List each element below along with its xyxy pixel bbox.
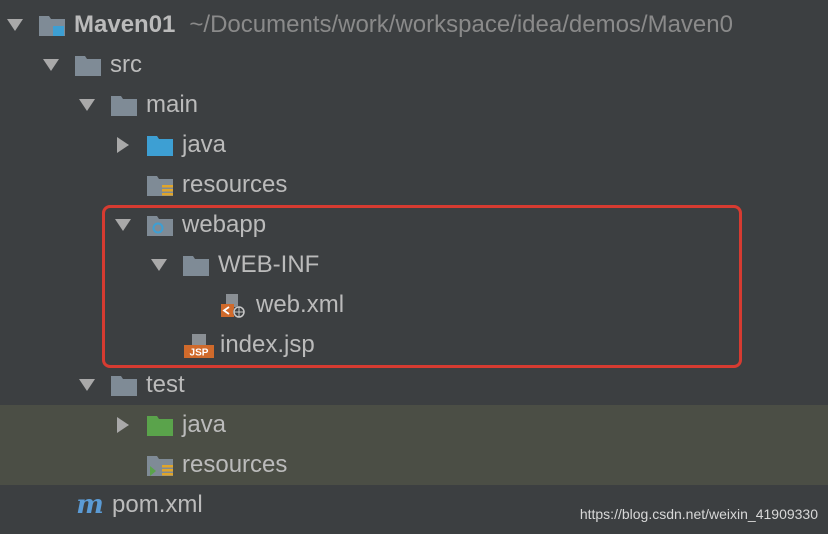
- expand-arrow-right-icon[interactable]: [114, 136, 132, 154]
- expand-arrow-down-icon[interactable]: [6, 16, 24, 34]
- folder-icon: [110, 93, 138, 117]
- tree-label-main: main: [146, 91, 199, 118]
- tree-row-test[interactable]: test: [0, 365, 828, 405]
- tree-label-src: src: [110, 51, 142, 78]
- watermark-text: https://blog.csdn.net/weixin_41909330: [579, 506, 818, 522]
- tree-row-main-resources[interactable]: resources: [0, 165, 828, 205]
- test-source-folder-icon: [146, 413, 174, 437]
- folder-icon: [110, 373, 138, 397]
- expand-arrow-down-icon[interactable]: [42, 56, 60, 74]
- tree-label-test-java: java: [182, 411, 227, 438]
- tree-label-main-resources: resources: [182, 171, 288, 198]
- tree-label-main-java: java: [182, 131, 227, 158]
- tree-row-test-java[interactable]: java: [0, 405, 828, 445]
- tree-row-main[interactable]: main: [0, 85, 828, 125]
- maven-icon: m: [76, 490, 104, 520]
- tree-label-test: test: [146, 371, 185, 398]
- expand-arrow-down-icon[interactable]: [78, 376, 96, 394]
- resources-folder-icon: [146, 173, 174, 197]
- tree-row-src[interactable]: src: [0, 45, 828, 85]
- tree-row-test-resources[interactable]: resources: [0, 445, 828, 485]
- module-folder-icon: [38, 13, 66, 37]
- project-name: Maven01: [74, 11, 176, 38]
- test-resources-folder-icon: [146, 453, 174, 477]
- tree-label-pom: pom.xml: [112, 491, 203, 518]
- tree-label-test-resources: resources: [182, 451, 288, 478]
- annotation-highlight-box: [102, 205, 742, 368]
- maven-m-glyph: m: [76, 490, 104, 520]
- folder-icon: [74, 53, 102, 77]
- source-folder-icon: [146, 133, 174, 157]
- tree-row-main-java[interactable]: java: [0, 125, 828, 165]
- tree-row-maven01[interactable]: Maven01 ~/Documents/work/workspace/idea/…: [0, 5, 828, 45]
- project-path: ~/Documents/work/workspace/idea/demos/Ma…: [189, 11, 733, 38]
- expand-arrow-right-icon[interactable]: [114, 416, 132, 434]
- expand-arrow-down-icon[interactable]: [78, 96, 96, 114]
